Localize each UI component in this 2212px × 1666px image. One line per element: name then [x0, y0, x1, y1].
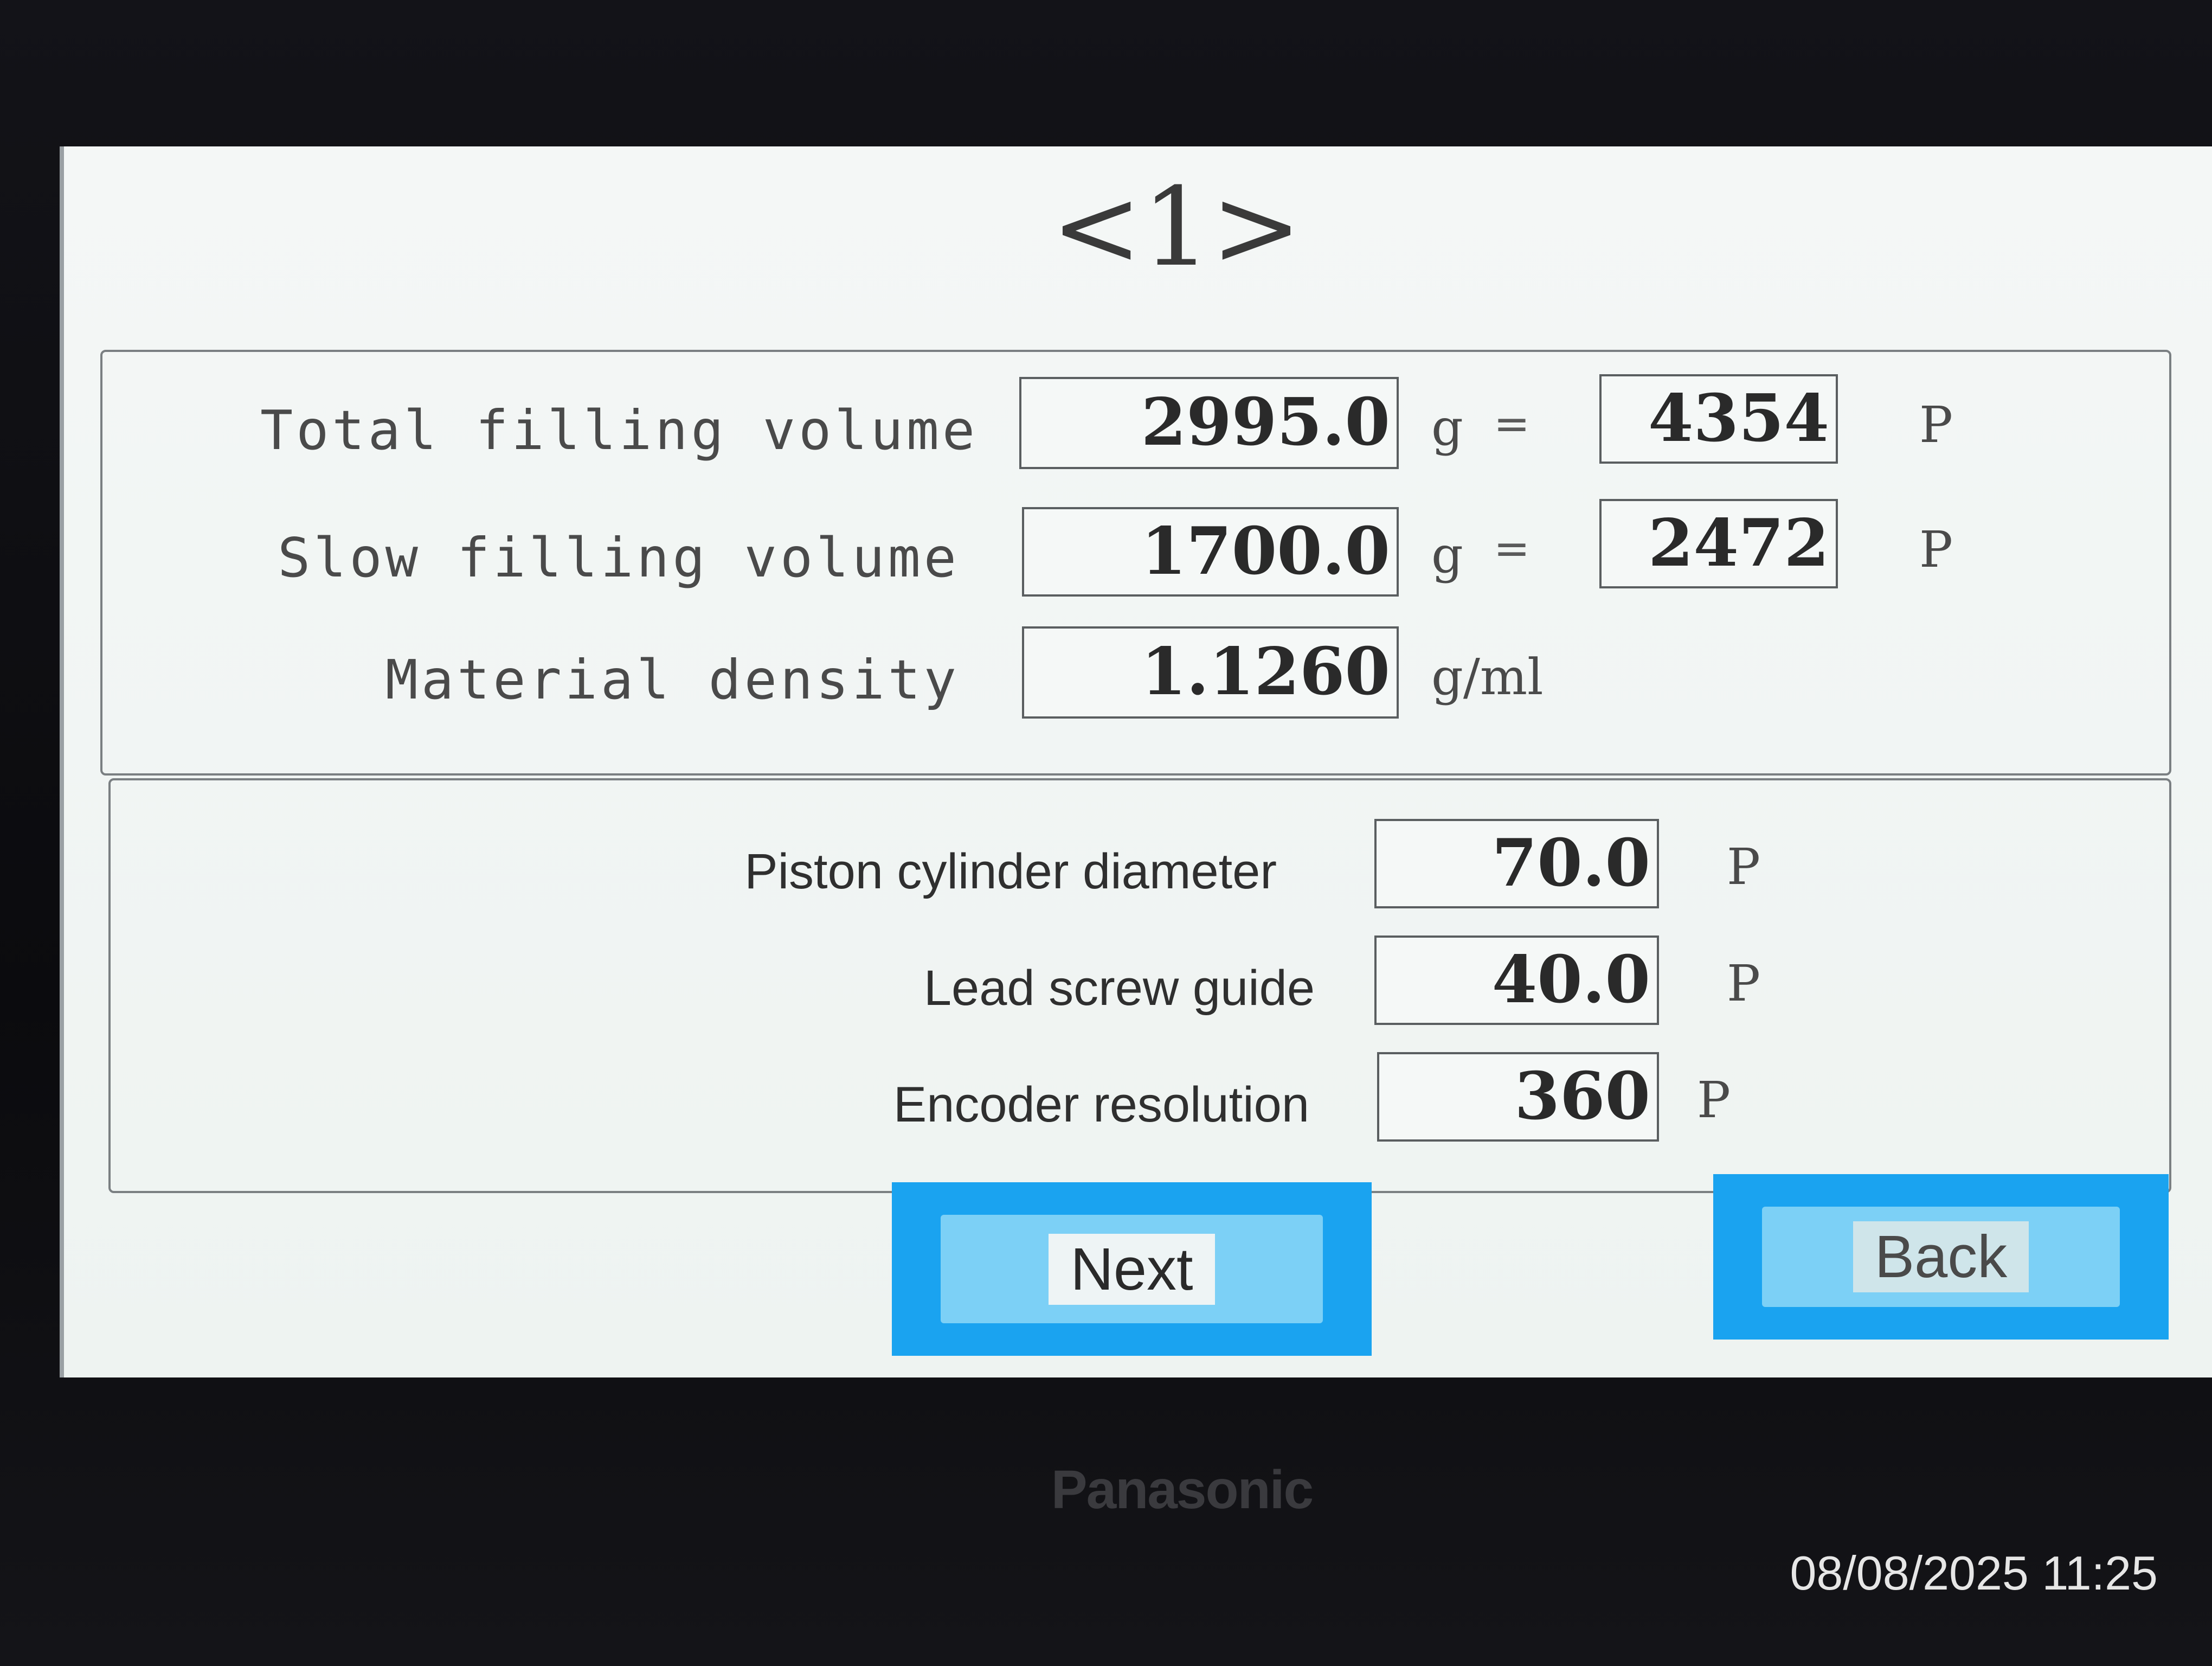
total-filling-volume-input[interactable]: 2995.0: [1019, 377, 1399, 469]
brand-logo: Panasonic: [1051, 1459, 1314, 1520]
material-density-input[interactable]: 1.1260: [1022, 626, 1399, 719]
total-filling-pulses-unit: P: [1919, 396, 1953, 454]
material-density-label: Material density: [385, 648, 960, 712]
slow-filling-volume-input[interactable]: 1700.0: [1022, 507, 1399, 597]
lead-screw-guide-input[interactable]: 40.0: [1374, 935, 1659, 1025]
slow-filling-pulses-unit: P: [1919, 521, 1953, 579]
piston-cylinder-diameter-unit: P: [1727, 838, 1760, 896]
encoder-resolution-label: Encoder resolution: [893, 1077, 1309, 1132]
total-filling-equals-sign: =: [1494, 399, 1531, 449]
lead-screw-guide-label: Lead screw guide: [923, 960, 1315, 1016]
next-button-face: Next: [941, 1215, 1323, 1323]
encoder-resolution-input[interactable]: 360: [1377, 1052, 1659, 1142]
slow-filling-volume-unit: g: [1431, 526, 1463, 584]
material-density-unit: g/ml: [1431, 648, 1544, 706]
total-filling-volume-unit: g: [1431, 399, 1463, 457]
back-button-face: Back: [1762, 1207, 2120, 1307]
encoder-resolution-unit: P: [1697, 1071, 1731, 1129]
next-button-label: Next: [1049, 1233, 1215, 1305]
slow-filling-volume-label: Slow filling volume: [278, 526, 960, 589]
photo-timestamp: 08/08/2025 11:25: [1790, 1546, 2158, 1600]
piston-cylinder-diameter-input[interactable]: 70.0: [1374, 819, 1659, 908]
piston-cylinder-diameter-label: Piston cylinder diameter: [744, 844, 1277, 899]
lead-screw-guide-unit: P: [1727, 954, 1760, 1013]
next-button[interactable]: Next: [892, 1182, 1372, 1356]
back-button[interactable]: Back: [1713, 1174, 2169, 1340]
total-filling-pulses-input[interactable]: 4354: [1599, 374, 1838, 464]
page-number-title: <1>: [1051, 164, 1302, 291]
slow-filling-pulses-input[interactable]: 2472: [1599, 499, 1838, 588]
slow-filling-equals-sign: =: [1494, 523, 1531, 574]
back-button-label: Back: [1853, 1221, 2029, 1292]
total-filling-volume-label: Total filling volume: [260, 399, 979, 462]
